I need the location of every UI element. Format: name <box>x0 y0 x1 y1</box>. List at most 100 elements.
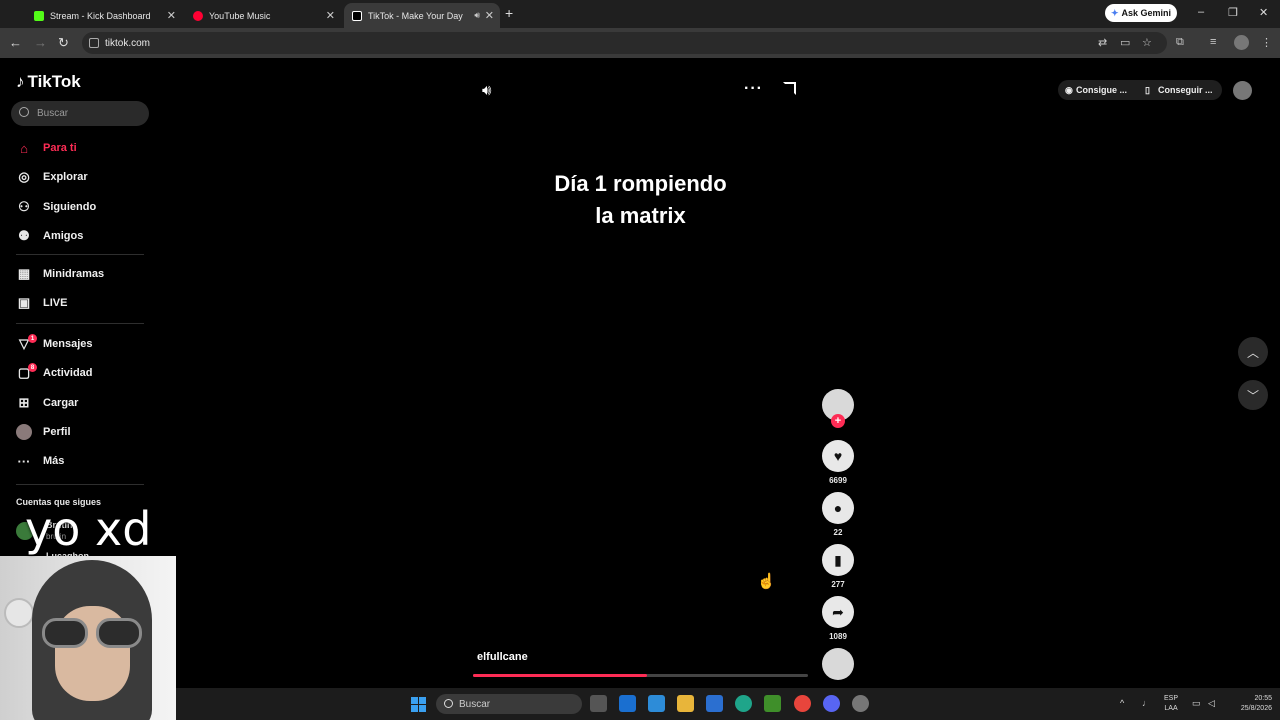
video-progress-bar[interactable] <box>473 674 808 677</box>
tab-tiktok[interactable]: TikTok - Make Your Day 🔊︎ ✕ <box>344 3 500 28</box>
bookmark-icon: ▮ <box>834 551 842 568</box>
task-view-icon[interactable] <box>590 695 607 712</box>
site-info-icon[interactable] <box>89 38 99 48</box>
divider <box>16 484 144 485</box>
edge-icon[interactable] <box>735 695 752 712</box>
close-tab-icon[interactable]: ✕ <box>167 9 176 22</box>
browser-profile-avatar[interactable] <box>1234 35 1249 50</box>
file-explorer-icon[interactable] <box>677 695 694 712</box>
tab-kick[interactable]: Stream - Kick Dashboard ✕ <box>26 3 182 28</box>
wall-clock <box>4 598 34 628</box>
minimize-button[interactable]: – <box>1198 6 1204 18</box>
close-tab-icon[interactable]: ✕ <box>485 9 494 22</box>
music-disc-button[interactable] <box>822 648 854 680</box>
media-control-icon[interactable]: ≡ <box>1210 36 1216 48</box>
speaker-icon[interactable]: 🔊︎ <box>474 10 480 21</box>
activity-badge: 8 <box>28 363 37 372</box>
tab-title: YouTube Music <box>209 10 271 21</box>
mouse-pointer-icon: ☝ <box>757 573 776 590</box>
sidebar-item-cargar[interactable]: ⊞ Cargar <box>15 393 155 413</box>
new-tab-button[interactable]: + <box>505 5 513 21</box>
save-button[interactable]: ▮ <box>822 544 854 576</box>
forward-arrow-icon[interactable]: → <box>34 35 47 50</box>
tiktok-logo[interactable]: ♪ TikTok <box>16 72 81 92</box>
close-window-button[interactable]: ✕ <box>1259 6 1268 19</box>
caption-line: Día 1 rompiendo <box>554 171 727 196</box>
cast-icon[interactable]: ▭ <box>1120 36 1130 49</box>
follow-plus-icon[interactable]: + <box>831 414 845 428</box>
sidebar-item-mas[interactable]: ··· Más <box>15 451 155 471</box>
comment-icon: ● <box>833 500 843 516</box>
video-progress-fill <box>473 674 648 677</box>
gemini-icon: ✦ <box>1110 7 1119 18</box>
messages-badge: 1 <box>28 334 37 343</box>
extensions-icon[interactable]: ⧉ <box>1176 36 1184 49</box>
tiktok-icon <box>352 10 362 21</box>
taskbar-search-input[interactable]: Buscar <box>436 694 582 714</box>
messages-icon: ▽ 1 <box>15 334 37 352</box>
discord-icon[interactable] <box>823 695 840 712</box>
tab-title: Stream - Kick Dashboard <box>50 10 151 21</box>
sidebar-item-live[interactable]: ▣ LIVE <box>15 293 155 313</box>
chrome-icon[interactable] <box>794 695 811 712</box>
phone-icon: ▯ <box>1145 85 1150 95</box>
comment-button[interactable]: ● <box>822 492 854 524</box>
back-arrow-icon[interactable]: ← <box>9 35 22 50</box>
close-tab-icon[interactable]: ✕ <box>326 9 335 22</box>
sidebar-item-label: Para ti <box>43 142 77 154</box>
sidebar-item-label: Siguiendo <box>43 201 97 213</box>
mail-icon[interactable] <box>619 695 636 712</box>
live-icon: ▣ <box>17 295 31 310</box>
sidebar-item-label: Explorar <box>43 171 88 183</box>
volume-tray-icon[interactable]: ◁ <box>1208 698 1215 709</box>
kebab-menu-icon[interactable]: ⋮ <box>1261 36 1272 49</box>
reload-icon[interactable]: ↻ <box>58 35 69 51</box>
input-language[interactable]: ESP LAA <box>1164 694 1178 714</box>
tab-youtube-music[interactable]: YouTube Music ✕ <box>185 3 341 28</box>
share-button[interactable]: ➦ <box>822 596 854 628</box>
bookmark-star-icon[interactable]: ☆ <box>1142 36 1152 49</box>
save-count: 277 <box>831 580 845 589</box>
sidebar-item-perfil[interactable]: Perfil <box>15 422 155 442</box>
sidebar-item-minidramas[interactable]: ▦ Minidramas <box>15 264 155 284</box>
sidebar-item-label: Amigos <box>43 230 84 242</box>
sidebar-item-explorar[interactable]: ◎ Explorar <box>15 167 155 187</box>
restore-button[interactable]: ❐ <box>1228 6 1238 19</box>
clock-time: 20:55 <box>1254 695 1272 702</box>
search-input[interactable]: Buscar <box>11 101 149 126</box>
sidebar-item-amigos[interactable]: ⚉ Amigos <box>15 226 155 246</box>
network-icon[interactable]: ▭ <box>1192 698 1201 709</box>
translate-icon[interactable]: ⇄ <box>1098 36 1107 49</box>
sidebar-item-label: Actividad <box>43 367 93 379</box>
widgets-icon[interactable] <box>648 695 665 712</box>
ask-gemini-button[interactable]: ✦ Ask Gemini <box>1105 4 1177 22</box>
system-clock[interactable]: 20:55 25/8/2026 <box>1228 694 1272 714</box>
address-bar[interactable]: tiktok.com <box>82 32 1167 54</box>
more-options-icon[interactable]: ··· <box>744 80 763 98</box>
previous-video-button[interactable]: ︿ <box>1238 337 1268 367</box>
goggles <box>42 618 146 650</box>
tray-chevron-up-icon[interactable]: ^ <box>1120 698 1124 708</box>
sidebar-item-para-ti[interactable]: ⌂ Para ti <box>15 138 155 158</box>
settings-app-icon[interactable] <box>852 695 869 712</box>
store-icon[interactable] <box>706 695 723 712</box>
sidebar-item-actividad[interactable]: ▢ 8 Actividad <box>15 363 155 383</box>
windows-start-icon[interactable] <box>411 697 426 712</box>
video-author[interactable]: elfullcane <box>477 651 528 663</box>
profile-avatar[interactable] <box>1233 81 1252 100</box>
youtube-music-icon <box>193 10 203 21</box>
microphone-icon[interactable]: ♩ <box>1142 698 1151 708</box>
next-video-button[interactable]: ﹀ <box>1238 380 1268 410</box>
sidebar-item-siguiendo[interactable]: ⚇ Siguiendo <box>15 197 155 217</box>
like-button[interactable]: ♥ <box>822 440 854 472</box>
compass-icon: ◎ <box>18 169 30 184</box>
get-app-label: Conseguir ... <box>1158 85 1213 95</box>
sidebar-item-mensajes[interactable]: ▽ 1 Mensajes <box>15 334 155 354</box>
minecraft-icon[interactable] <box>764 695 781 712</box>
goggle-lens <box>42 618 88 648</box>
fullscreen-icon[interactable] <box>783 82 796 95</box>
get-coins-button[interactable]: ◉ Consigue ... <box>1058 80 1138 100</box>
get-app-button[interactable]: ▯ Conseguir ... <box>1138 80 1222 100</box>
ask-gemini-label: Ask Gemini <box>1121 8 1172 18</box>
volume-icon[interactable]: 🔊︎ <box>482 82 491 99</box>
